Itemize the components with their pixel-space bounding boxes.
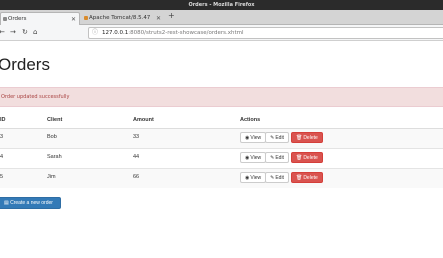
edit-icon: ✎ xyxy=(270,174,275,181)
edit-button[interactable]: ✎Edit xyxy=(265,131,289,143)
url-path: :8080/struts2-rest-showcase/orders.xhtml xyxy=(128,30,244,36)
cell-amount: 44 xyxy=(130,147,237,168)
header-id: ID xyxy=(0,113,44,129)
action-buttons: ◉View ✎Edit xyxy=(240,131,289,143)
navigation-bar: ← → ↻ ⌂ ⓘ 127.0.0.1:8080/struts2-rest-sh… xyxy=(0,25,443,41)
view-button[interactable]: ◉View xyxy=(240,171,267,183)
delete-button[interactable]: 🗑Delete xyxy=(290,151,323,163)
url-bar[interactable]: ⓘ 127.0.0.1:8080/struts2-rest-showcase/o… xyxy=(88,27,443,39)
back-icon[interactable]: ← xyxy=(0,27,5,38)
cell-actions: ◉View ✎Edit 🗑Delete xyxy=(237,127,443,148)
cell-client: Sarah xyxy=(44,147,130,168)
cell-id: 5 xyxy=(0,167,44,188)
cell-amount: 33 xyxy=(130,127,237,148)
page-title: Orders xyxy=(0,55,50,74)
orders-table: ID Client Amount Actions 3 Bob 33 ◉View ✎… xyxy=(0,113,443,188)
view-label: View xyxy=(250,174,262,181)
close-icon[interactable]: ✕ xyxy=(156,12,161,25)
alert-message: Order updated successfully xyxy=(0,87,443,107)
trash-icon: 🗑 xyxy=(295,134,303,141)
tab-strip: Orders ✕ Apache Tomcat/8.5.47 ✕ + xyxy=(0,10,443,25)
cell-client: Bob xyxy=(44,127,130,148)
header-actions: Actions xyxy=(237,113,443,129)
window-title: Orders - Mozilla Firefox xyxy=(188,2,255,8)
page-icon xyxy=(3,17,7,21)
delete-button[interactable]: 🗑Delete xyxy=(290,131,323,143)
window-title-bar: Orders - Mozilla Firefox xyxy=(0,0,443,10)
trash-icon: 🗑 xyxy=(295,154,303,161)
edit-label: Edit xyxy=(275,154,284,161)
trash-icon: 🗑 xyxy=(295,174,303,181)
alert-text: Order updated successfully xyxy=(1,94,70,100)
edit-button[interactable]: ✎Edit xyxy=(265,171,289,183)
table-header-row: ID Client Amount Actions xyxy=(0,113,443,129)
info-icon[interactable]: ⓘ xyxy=(92,28,98,38)
close-icon[interactable]: ✕ xyxy=(71,13,76,25)
header-amount: Amount xyxy=(130,113,237,129)
tab-orders[interactable]: Orders ✕ xyxy=(0,12,80,25)
action-buttons: ◉View ✎Edit xyxy=(240,171,289,183)
create-order-label: Create a new order xyxy=(10,200,53,206)
view-label: View xyxy=(250,134,262,141)
forward-icon[interactable]: → xyxy=(10,27,16,38)
cell-actions: ◉View ✎Edit 🗑Delete xyxy=(237,147,443,168)
tomcat-icon xyxy=(84,16,88,20)
cell-client: Jim xyxy=(44,167,130,188)
reload-icon[interactable]: ↻ xyxy=(22,27,28,38)
cell-id: 3 xyxy=(0,127,44,148)
view-button[interactable]: ◉View xyxy=(240,131,267,143)
cell-actions: ◉View ✎Edit 🗑Delete xyxy=(237,167,443,188)
url-host: 127.0.0.1 xyxy=(102,30,129,36)
table-row: 3 Bob 33 ◉View ✎Edit 🗑Delete xyxy=(0,127,443,148)
delete-button[interactable]: 🗑Delete xyxy=(290,171,323,183)
edit-icon: ✎ xyxy=(270,134,275,141)
view-label: View xyxy=(250,154,262,161)
table-row: 4 Sarah 44 ◉View ✎Edit 🗑Delete xyxy=(0,147,443,168)
new-tab-button[interactable]: + xyxy=(168,10,175,22)
table-row: 5 Jim 66 ◉View ✎Edit 🗑Delete xyxy=(0,167,443,188)
eye-icon: ◉ xyxy=(245,154,250,161)
view-button[interactable]: ◉View xyxy=(240,151,267,163)
tab-label: Apache Tomcat/8.5.47 xyxy=(89,15,151,21)
edit-icon: ✎ xyxy=(270,154,275,161)
delete-label: Delete xyxy=(303,174,318,181)
edit-button[interactable]: ✎Edit xyxy=(265,151,289,163)
delete-label: Delete xyxy=(303,154,318,161)
delete-label: Delete xyxy=(303,134,318,141)
edit-label: Edit xyxy=(275,174,284,181)
home-icon[interactable]: ⌂ xyxy=(33,27,37,38)
edit-label: Edit xyxy=(275,134,284,141)
file-icon: ▤ xyxy=(4,200,9,206)
create-order-button[interactable]: ▤ Create a new order xyxy=(0,197,61,209)
tab-tomcat[interactable]: Apache Tomcat/8.5.47 ✕ xyxy=(82,12,164,25)
cell-id: 4 xyxy=(0,147,44,168)
tab-label: Orders xyxy=(8,16,27,22)
cell-amount: 66 xyxy=(130,167,237,188)
eye-icon: ◉ xyxy=(245,134,250,141)
header-client: Client xyxy=(44,113,130,129)
eye-icon: ◉ xyxy=(245,174,250,181)
action-buttons: ◉View ✎Edit xyxy=(240,151,289,163)
